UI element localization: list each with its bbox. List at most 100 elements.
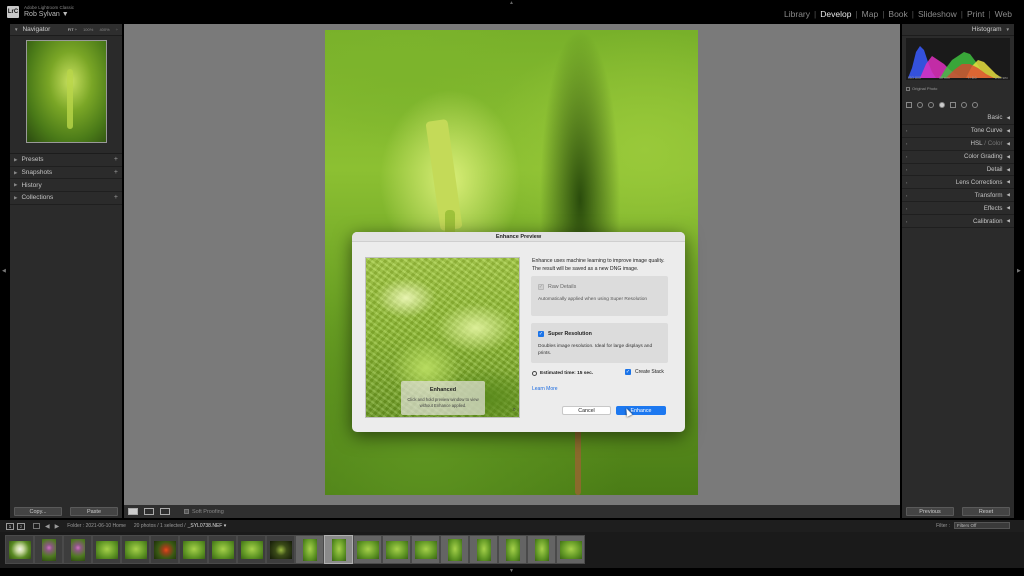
before-after-lr-icon[interactable] [144, 508, 154, 515]
film-thumb[interactable] [179, 535, 208, 564]
copy-button[interactable]: Copy... [14, 507, 62, 516]
paste-button[interactable]: Paste [70, 507, 118, 516]
zoom-400[interactable]: 400% [99, 27, 109, 32]
create-stack-option[interactable]: ✓ Create Stack [625, 369, 664, 375]
left-panel-toggle-icon[interactable]: ◀ [2, 268, 6, 274]
module-map[interactable]: Map [858, 9, 883, 19]
panel-detail[interactable]: ▪ Detail ◀ [902, 164, 1014, 177]
top-panel-toggle-icon[interactable]: ▲ [509, 0, 514, 6]
film-thumb[interactable] [92, 535, 121, 564]
film-thumb[interactable] [63, 535, 92, 564]
histogram-header[interactable]: Histogram ▼ [902, 24, 1014, 36]
folder-source[interactable]: Folder : 2021-06-10 Home [67, 523, 126, 529]
panel-transform[interactable]: ▪ Transform ◀ [902, 189, 1014, 203]
film-thumb[interactable] [208, 535, 237, 564]
film-thumb[interactable] [34, 535, 63, 564]
second-window-button[interactable]: 2 [17, 522, 25, 530]
module-library[interactable]: Library [780, 9, 814, 19]
panel-calibration[interactable]: ▪ Calibration ◀ [902, 215, 1014, 229]
switch-icon[interactable]: ▪ [906, 193, 907, 198]
switch-icon[interactable]: ▪ [906, 154, 907, 159]
switch-icon[interactable]: ▪ [906, 167, 907, 172]
film-thumb[interactable] [5, 535, 34, 564]
film-thumb[interactable] [266, 535, 295, 564]
histogram-chart[interactable] [906, 38, 1010, 80]
navigator-preview[interactable] [10, 36, 122, 154]
original-photo-checkbox[interactable] [906, 86, 910, 91]
original-photo-toggle[interactable]: Original Photo [906, 86, 937, 91]
switch-icon[interactable]: ▪ [906, 141, 907, 146]
film-thumb[interactable] [382, 535, 411, 564]
brush-tool-icon[interactable] [972, 102, 978, 108]
navigator-header[interactable]: ▼ Navigator FIT ÷ 100% 400% ÷ [10, 24, 122, 36]
loupe-view-icon[interactable] [128, 508, 138, 515]
grid-view-icon[interactable] [33, 523, 40, 529]
switch-icon[interactable]: ▪ [906, 206, 907, 211]
module-web[interactable]: Web [991, 9, 1016, 19]
panel-snapshots[interactable]: ▶ Snapshots + [10, 167, 122, 180]
panel-hsl[interactable]: ▪ HSL / Color ◀ [902, 138, 1014, 151]
filter-select[interactable]: Filters Off [954, 522, 1010, 529]
switch-icon[interactable]: ▪ [906, 180, 907, 185]
switch-icon[interactable]: ▪ [906, 128, 907, 133]
super-resolution-checkbox[interactable]: ✓ [538, 331, 544, 337]
module-print[interactable]: Print [963, 9, 988, 19]
zoom-fit[interactable]: FIT ÷ [68, 27, 77, 32]
learn-more-link[interactable]: Learn More [532, 386, 558, 392]
mask-tool-icon[interactable] [939, 102, 945, 108]
panel-collections[interactable]: ▶ Collections + [10, 192, 122, 205]
enhance-preview-image[interactable]: Enhanced Click and hold preview window t… [365, 257, 520, 418]
back-arrow-icon[interactable]: ◀ [45, 523, 50, 530]
module-slideshow[interactable]: Slideshow [914, 9, 961, 19]
panel-color-grading[interactable]: ▪ Color Grading ◀ [902, 151, 1014, 164]
film-thumb[interactable] [121, 535, 150, 564]
redeye-tool-icon[interactable] [928, 102, 934, 108]
radial-tool-icon[interactable] [961, 102, 967, 108]
navigator-thumbnail[interactable] [26, 40, 107, 143]
film-thumb[interactable] [411, 535, 440, 564]
panel-tone-curve[interactable]: ▪ Tone Curve ◀ [902, 125, 1014, 138]
module-book[interactable]: Book [884, 9, 911, 19]
crop-tool-icon[interactable] [906, 102, 912, 108]
forward-arrow-icon[interactable]: ▶ [55, 523, 60, 530]
add-snapshot-icon[interactable]: + [114, 169, 118, 176]
module-develop[interactable]: Develop [816, 9, 855, 19]
panel-presets[interactable]: ▶ Presets + [10, 154, 122, 167]
reset-button[interactable]: Reset [962, 507, 1010, 516]
film-thumb-selected[interactable] [324, 535, 353, 564]
film-thumb[interactable] [556, 535, 585, 564]
super-resolution-row[interactable]: ✓ Super Resolution [538, 331, 668, 337]
film-thumb[interactable] [469, 535, 498, 564]
add-preset-icon[interactable]: + [114, 156, 118, 163]
heal-tool-icon[interactable] [917, 102, 923, 108]
before-after-tb-icon[interactable] [160, 508, 170, 515]
add-collection-icon[interactable]: + [114, 194, 118, 201]
main-window-button[interactable]: 1 [6, 522, 14, 530]
film-thumb[interactable] [295, 535, 324, 564]
film-thumb[interactable] [353, 535, 382, 564]
film-thumb[interactable] [150, 535, 179, 564]
previous-button[interactable]: Previous [906, 507, 954, 516]
film-thumb[interactable] [237, 535, 266, 564]
zoom-100[interactable]: 100% [83, 27, 93, 32]
thumb-image [559, 540, 582, 559]
file-name[interactable]: _SYL0738.NEF ▾ [188, 523, 227, 529]
panel-basic[interactable]: Basic ◀ [902, 112, 1014, 125]
film-thumb[interactable] [527, 535, 556, 564]
right-panel-toggle-icon[interactable]: ▶ [1017, 268, 1021, 274]
switch-icon[interactable]: ▪ [906, 219, 907, 224]
cancel-button[interactable]: Cancel [562, 406, 611, 415]
panel-lens-corrections[interactable]: ▪ Lens Corrections ◀ [902, 176, 1014, 190]
film-thumb[interactable] [498, 535, 527, 564]
identity-plate[interactable]: Rob Sylvan ▼ [24, 11, 69, 18]
gradient-tool-icon[interactable] [950, 102, 956, 108]
soft-proofing-checkbox[interactable] [184, 509, 189, 514]
film-thumb[interactable] [440, 535, 469, 564]
filmstrip-toggle-icon[interactable]: ▼ [509, 568, 514, 574]
panel-history[interactable]: ▶ History [10, 179, 122, 193]
zoom-icon[interactable]: ⌕ [513, 407, 516, 414]
super-resolution-option[interactable]: ✓ Super Resolution Doubles image resolut… [531, 323, 668, 363]
panel-effects[interactable]: ▪ Effects ◀ [902, 202, 1014, 216]
zoom-more[interactable]: ÷ [116, 27, 118, 32]
create-stack-checkbox[interactable]: ✓ [625, 369, 631, 375]
